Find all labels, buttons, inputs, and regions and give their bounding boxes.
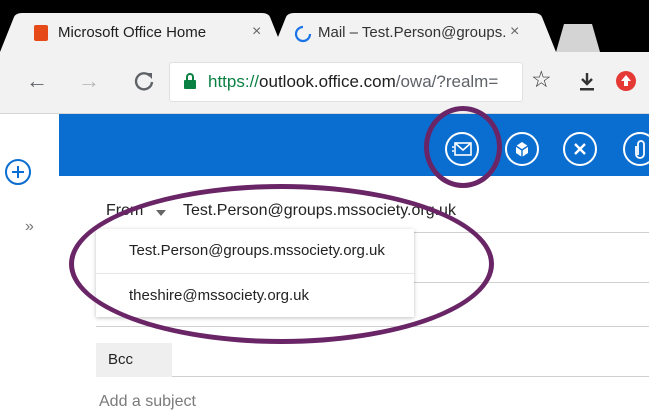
url-bar[interactable]: https://outlook.office.com/owa/?realm= <box>170 63 522 101</box>
new-tab-button[interactable] <box>552 22 600 52</box>
browser-tab-strip: Microsoft Office Home × Mail – Test.Pers… <box>0 0 649 52</box>
bcc-button[interactable]: Bcc <box>96 343 172 377</box>
url-text: https://outlook.office.com/owa/?realm= <box>208 72 508 92</box>
bcc-input[interactable] <box>172 343 649 377</box>
reload-icon[interactable] <box>133 70 155 92</box>
forward-arrow-icon[interactable]: → <box>78 68 100 94</box>
download-icon[interactable] <box>577 71 597 93</box>
left-rail: » <box>0 114 60 416</box>
tab-microsoft-office-home[interactable]: Microsoft Office Home × <box>0 13 290 52</box>
tab-label: Microsoft Office Home <box>58 24 207 41</box>
compose-command-bar <box>59 114 649 176</box>
lock-icon <box>184 73 196 89</box>
paperclip-icon <box>635 140 645 159</box>
discard-button[interactable] <box>563 132 597 166</box>
annotation-ellipse <box>69 184 494 344</box>
url-path: /owa/?realm= <box>395 72 499 91</box>
expand-rail-icon[interactable]: » <box>25 218 34 236</box>
star-icon[interactable]: ☆ <box>531 66 552 93</box>
close-icon <box>574 143 586 155</box>
cube-icon <box>515 142 529 157</box>
bcc-label: Bcc <box>108 351 134 368</box>
attach-button[interactable] <box>623 132 649 166</box>
new-item-icon[interactable] <box>4 158 32 186</box>
annotation-circle <box>424 106 502 188</box>
close-tab-icon[interactable]: × <box>510 23 519 41</box>
office-logo-icon <box>34 25 48 41</box>
close-tab-icon[interactable]: × <box>252 23 261 41</box>
tab-label: Mail – Test.Person@groups. <box>318 24 507 41</box>
subject-input[interactable]: Add a subject <box>99 393 196 411</box>
url-host: outlook.office.com <box>259 72 396 91</box>
tab-mail[interactable]: Mail – Test.Person@groups. × <box>272 13 572 52</box>
insert-button[interactable] <box>505 132 539 166</box>
loading-spinner-icon <box>294 25 312 43</box>
extension-icon[interactable] <box>615 70 637 92</box>
url-scheme: https:// <box>208 72 260 91</box>
back-arrow-icon[interactable]: ← <box>26 68 48 94</box>
browser-toolbar: ← → https://outlook.office.com/owa/?real… <box>0 52 649 114</box>
